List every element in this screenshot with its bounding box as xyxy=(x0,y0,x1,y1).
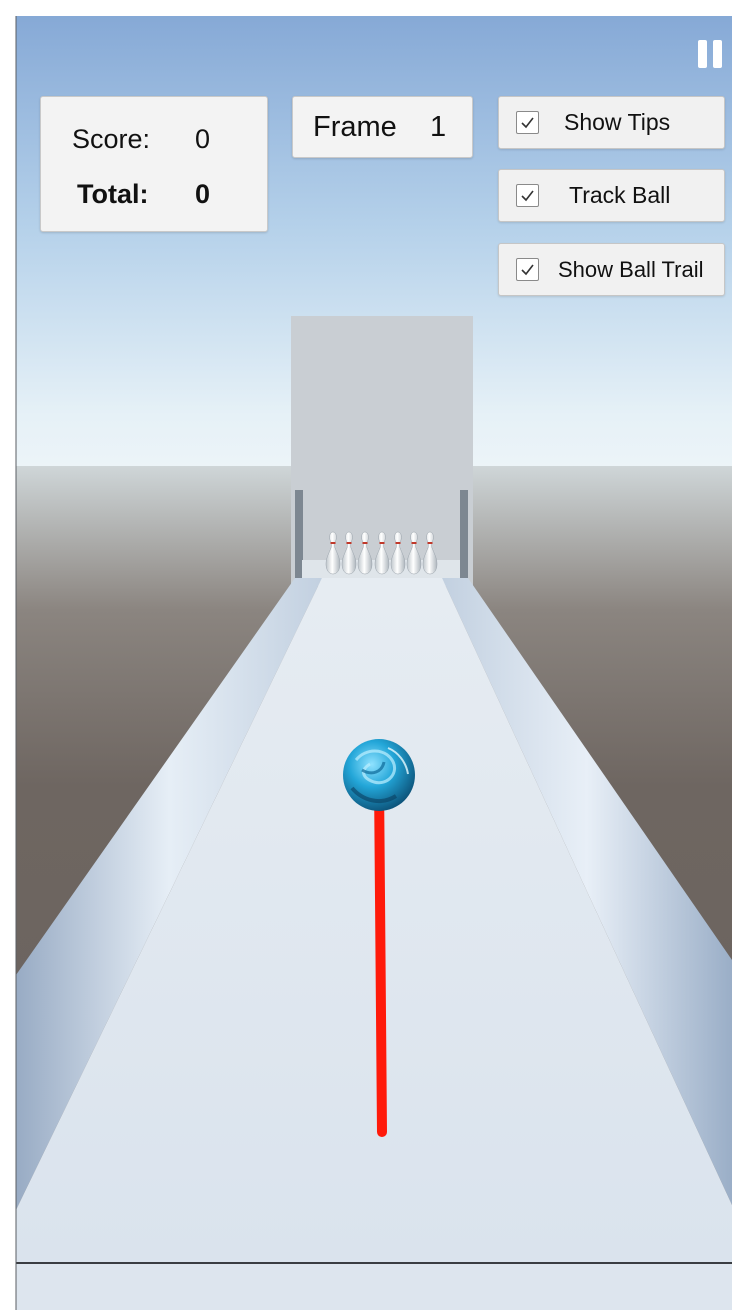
total-value: 0 xyxy=(195,179,211,209)
score-value: 0 xyxy=(195,124,211,154)
show-tips-label: Show Tips xyxy=(564,109,671,135)
frame-panel: Frame 1 xyxy=(292,96,473,158)
frame-label: Frame xyxy=(313,111,397,143)
total-label: Total: xyxy=(77,179,149,209)
score-label: Score: xyxy=(72,124,151,154)
frame-value: 1 xyxy=(430,111,447,143)
checkmark-icon xyxy=(521,190,534,202)
checkmark-icon xyxy=(521,264,534,276)
pause-button[interactable] xyxy=(698,40,724,68)
show-tips-checkbox[interactable] xyxy=(516,111,539,134)
top-border xyxy=(0,0,732,16)
track-ball-checkbox[interactable] xyxy=(516,184,539,207)
checkmark-icon xyxy=(521,117,534,129)
score-panel: Score: 0 Total: 0 xyxy=(40,96,268,232)
track-ball-toggle[interactable]: Track Ball xyxy=(498,169,725,222)
show-ball-trail-checkbox[interactable] xyxy=(516,258,539,281)
show-ball-trail-toggle[interactable]: Show Ball Trail xyxy=(498,243,725,296)
show-ball-trail-label: Show Ball Trail xyxy=(558,257,704,282)
left-border xyxy=(0,0,16,1310)
show-tips-toggle[interactable]: Show Tips xyxy=(498,96,725,149)
approach xyxy=(16,1262,732,1310)
pause-icon xyxy=(698,40,724,68)
track-ball-label: Track Ball xyxy=(569,182,671,208)
ball-trail xyxy=(374,775,387,1137)
bowling-ball xyxy=(343,739,415,811)
pin-deck-left-post xyxy=(295,490,303,580)
pin-deck-right-post xyxy=(460,490,468,580)
